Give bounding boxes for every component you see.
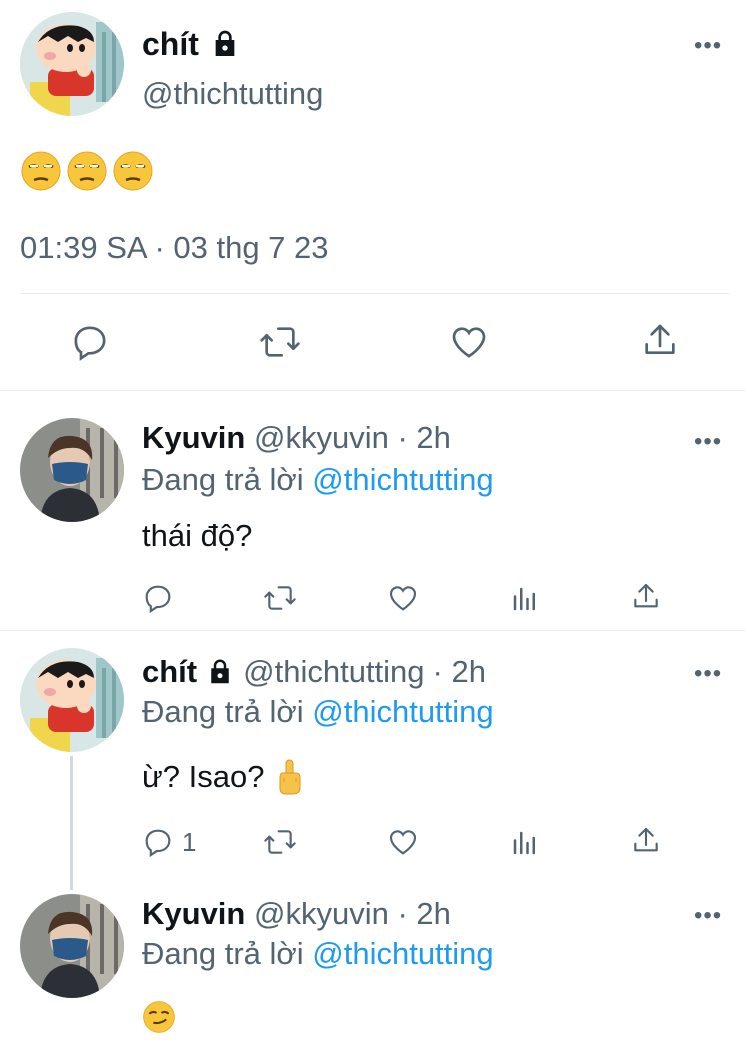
display-name[interactable]: Kyuvin [142, 420, 245, 455]
reply-text: ừ? Isao? [142, 759, 265, 794]
replying-to: Đang trả lời @thichtutting [142, 462, 494, 498]
smirk-emoji [143, 1001, 175, 1033]
retweet-icon[interactable] [262, 826, 298, 858]
section-divider [0, 630, 745, 631]
reply-icon[interactable] [142, 582, 174, 614]
avatar[interactable] [20, 894, 124, 998]
more-options-icon[interactable]: ••• [694, 34, 722, 58]
unamused-emoji [113, 151, 153, 191]
lock-icon [209, 28, 241, 60]
handle[interactable]: @kkyuvin [254, 896, 389, 931]
avatar[interactable] [20, 12, 124, 116]
lock-icon [205, 657, 235, 687]
reply-header: Kyuvin @kkyuvin · 2h [142, 420, 451, 456]
reply-button[interactable]: 1 [142, 826, 196, 858]
mention-link[interactable]: @thichtutting [312, 694, 493, 729]
avatar[interactable] [20, 418, 124, 522]
time[interactable]: · 2h [433, 654, 486, 690]
replying-prefix: Đang trả lời [142, 936, 304, 971]
replying-prefix: Đang trả lời [142, 694, 304, 729]
display-name[interactable]: chít [142, 654, 197, 690]
replying-to: Đang trả lời @thichtutting [142, 694, 494, 730]
handle[interactable]: @thichtutting [243, 654, 424, 690]
reply-text-row: ừ? Isao? [142, 758, 302, 796]
divider [20, 293, 729, 294]
more-options-icon[interactable]: ••• [694, 662, 722, 686]
like-icon[interactable] [448, 322, 490, 362]
like-icon[interactable] [386, 582, 420, 614]
reply-text: thái độ? [142, 518, 253, 553]
tweet-text [20, 150, 154, 192]
display-name-row: chít [142, 24, 241, 64]
middle-finger-emoji [279, 759, 301, 795]
analytics-icon[interactable] [510, 584, 540, 614]
more-options-icon[interactable]: ••• [694, 430, 722, 454]
like-icon[interactable] [386, 826, 420, 858]
time[interactable]: · 2h [397, 420, 450, 455]
section-divider [0, 390, 745, 391]
time[interactable]: · 2h [397, 896, 450, 931]
share-icon[interactable] [640, 320, 680, 362]
unamused-emoji [21, 151, 61, 191]
mention-link[interactable]: @thichtutting [312, 462, 493, 497]
display-name[interactable]: chít [142, 26, 199, 63]
analytics-icon[interactable] [510, 828, 540, 858]
reply-icon[interactable] [70, 322, 110, 362]
handle[interactable]: @kkyuvin [254, 420, 389, 455]
unamused-emoji [67, 151, 107, 191]
reply-text [142, 1000, 176, 1034]
mention-link[interactable]: @thichtutting [312, 936, 493, 971]
timestamp[interactable]: 01:39 SA · 03 thg 7 23 [20, 230, 329, 266]
retweet-icon[interactable] [262, 582, 298, 614]
share-icon[interactable] [630, 580, 662, 614]
replying-prefix: Đang trả lời [142, 462, 304, 497]
thread-line [70, 756, 73, 890]
reply-header: Kyuvin @kkyuvin · 2h [142, 896, 451, 932]
reply-header: chít @thichtutting · 2h [142, 654, 486, 690]
display-name[interactable]: Kyuvin [142, 896, 245, 931]
reply-icon[interactable] [142, 826, 174, 858]
avatar[interactable] [20, 648, 124, 752]
replying-to: Đang trả lời @thichtutting [142, 936, 494, 972]
retweet-icon[interactable] [258, 322, 302, 362]
reply-count: 1 [182, 826, 197, 857]
handle[interactable]: @thichtutting [142, 76, 323, 112]
more-options-icon[interactable]: ••• [694, 904, 722, 928]
share-icon[interactable] [630, 824, 662, 858]
